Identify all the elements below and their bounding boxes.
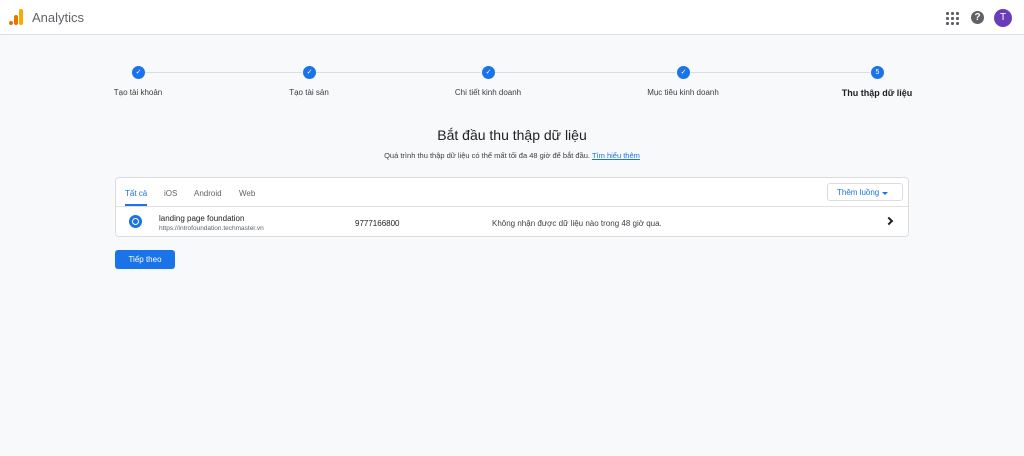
dropdown-caret-icon — [882, 192, 888, 195]
app-title[interactable]: Analytics — [32, 10, 84, 25]
page-subtitle: Quá trình thu thập dữ liệu có thể mất tố… — [0, 151, 1024, 160]
setup-stepper: ✓ Tạo tài khoản ✓ Tạo tài sản ✓ Chi tiết… — [0, 60, 1024, 110]
check-icon: ✓ — [132, 66, 145, 79]
chevron-right-icon[interactable] — [884, 216, 894, 226]
tab-ios[interactable]: iOS — [164, 189, 177, 198]
step-number-badge: 5 — [871, 66, 884, 79]
check-icon: ✓ — [482, 66, 495, 79]
step-label: Tạo tài khoản — [113, 88, 163, 97]
stream-name: landing page foundation — [159, 214, 245, 223]
tab-web[interactable]: Web — [239, 189, 255, 198]
add-stream-label: Thêm luồng — [837, 188, 880, 197]
step-label: Tạo tài sản — [289, 88, 329, 97]
stream-id: 9777166800 — [355, 219, 400, 228]
check-icon: ✓ — [303, 66, 316, 79]
stream-url: https://introfoundation.techmaster.vn — [159, 225, 264, 232]
learn-more-link[interactable]: Tìm hiểu thêm — [592, 151, 640, 160]
platform-tabs: Tất cả iOS Android Web Thêm luồng — [116, 178, 908, 207]
step-connector — [690, 72, 870, 73]
analytics-logo-icon[interactable] — [9, 9, 23, 25]
active-tab-indicator — [125, 204, 147, 206]
top-app-bar: Analytics ? T — [0, 0, 1024, 35]
step-connector — [316, 72, 481, 73]
stream-status: Không nhận được dữ liệu nào trong 48 giờ… — [492, 219, 662, 228]
account-avatar[interactable]: T — [994, 9, 1012, 27]
add-stream-button[interactable]: Thêm luồng — [827, 183, 903, 201]
stream-row[interactable]: landing page foundation https://introfou… — [116, 207, 908, 237]
step-connector — [145, 72, 302, 73]
subtitle-text: Quá trình thu thập dữ liệu có thể mất tố… — [384, 151, 590, 160]
tab-all[interactable]: Tất cả — [125, 189, 147, 198]
data-streams-card: Tất cả iOS Android Web Thêm luồng landin… — [115, 177, 909, 237]
step-connector — [495, 72, 676, 73]
step-label: Mục tiêu kinh doanh — [647, 88, 719, 97]
tab-android[interactable]: Android — [194, 189, 222, 198]
page-title: Bắt đầu thu thập dữ liệu — [437, 127, 587, 143]
next-button[interactable]: Tiếp theo — [115, 250, 175, 269]
help-icon[interactable]: ? — [971, 11, 984, 24]
step-label-active: Thu thập dữ liệu — [841, 88, 913, 98]
apps-grid-icon[interactable] — [946, 12, 959, 25]
check-icon: ✓ — [677, 66, 690, 79]
web-globe-icon — [129, 215, 142, 228]
step-label: Chi tiết kinh doanh — [454, 88, 522, 97]
